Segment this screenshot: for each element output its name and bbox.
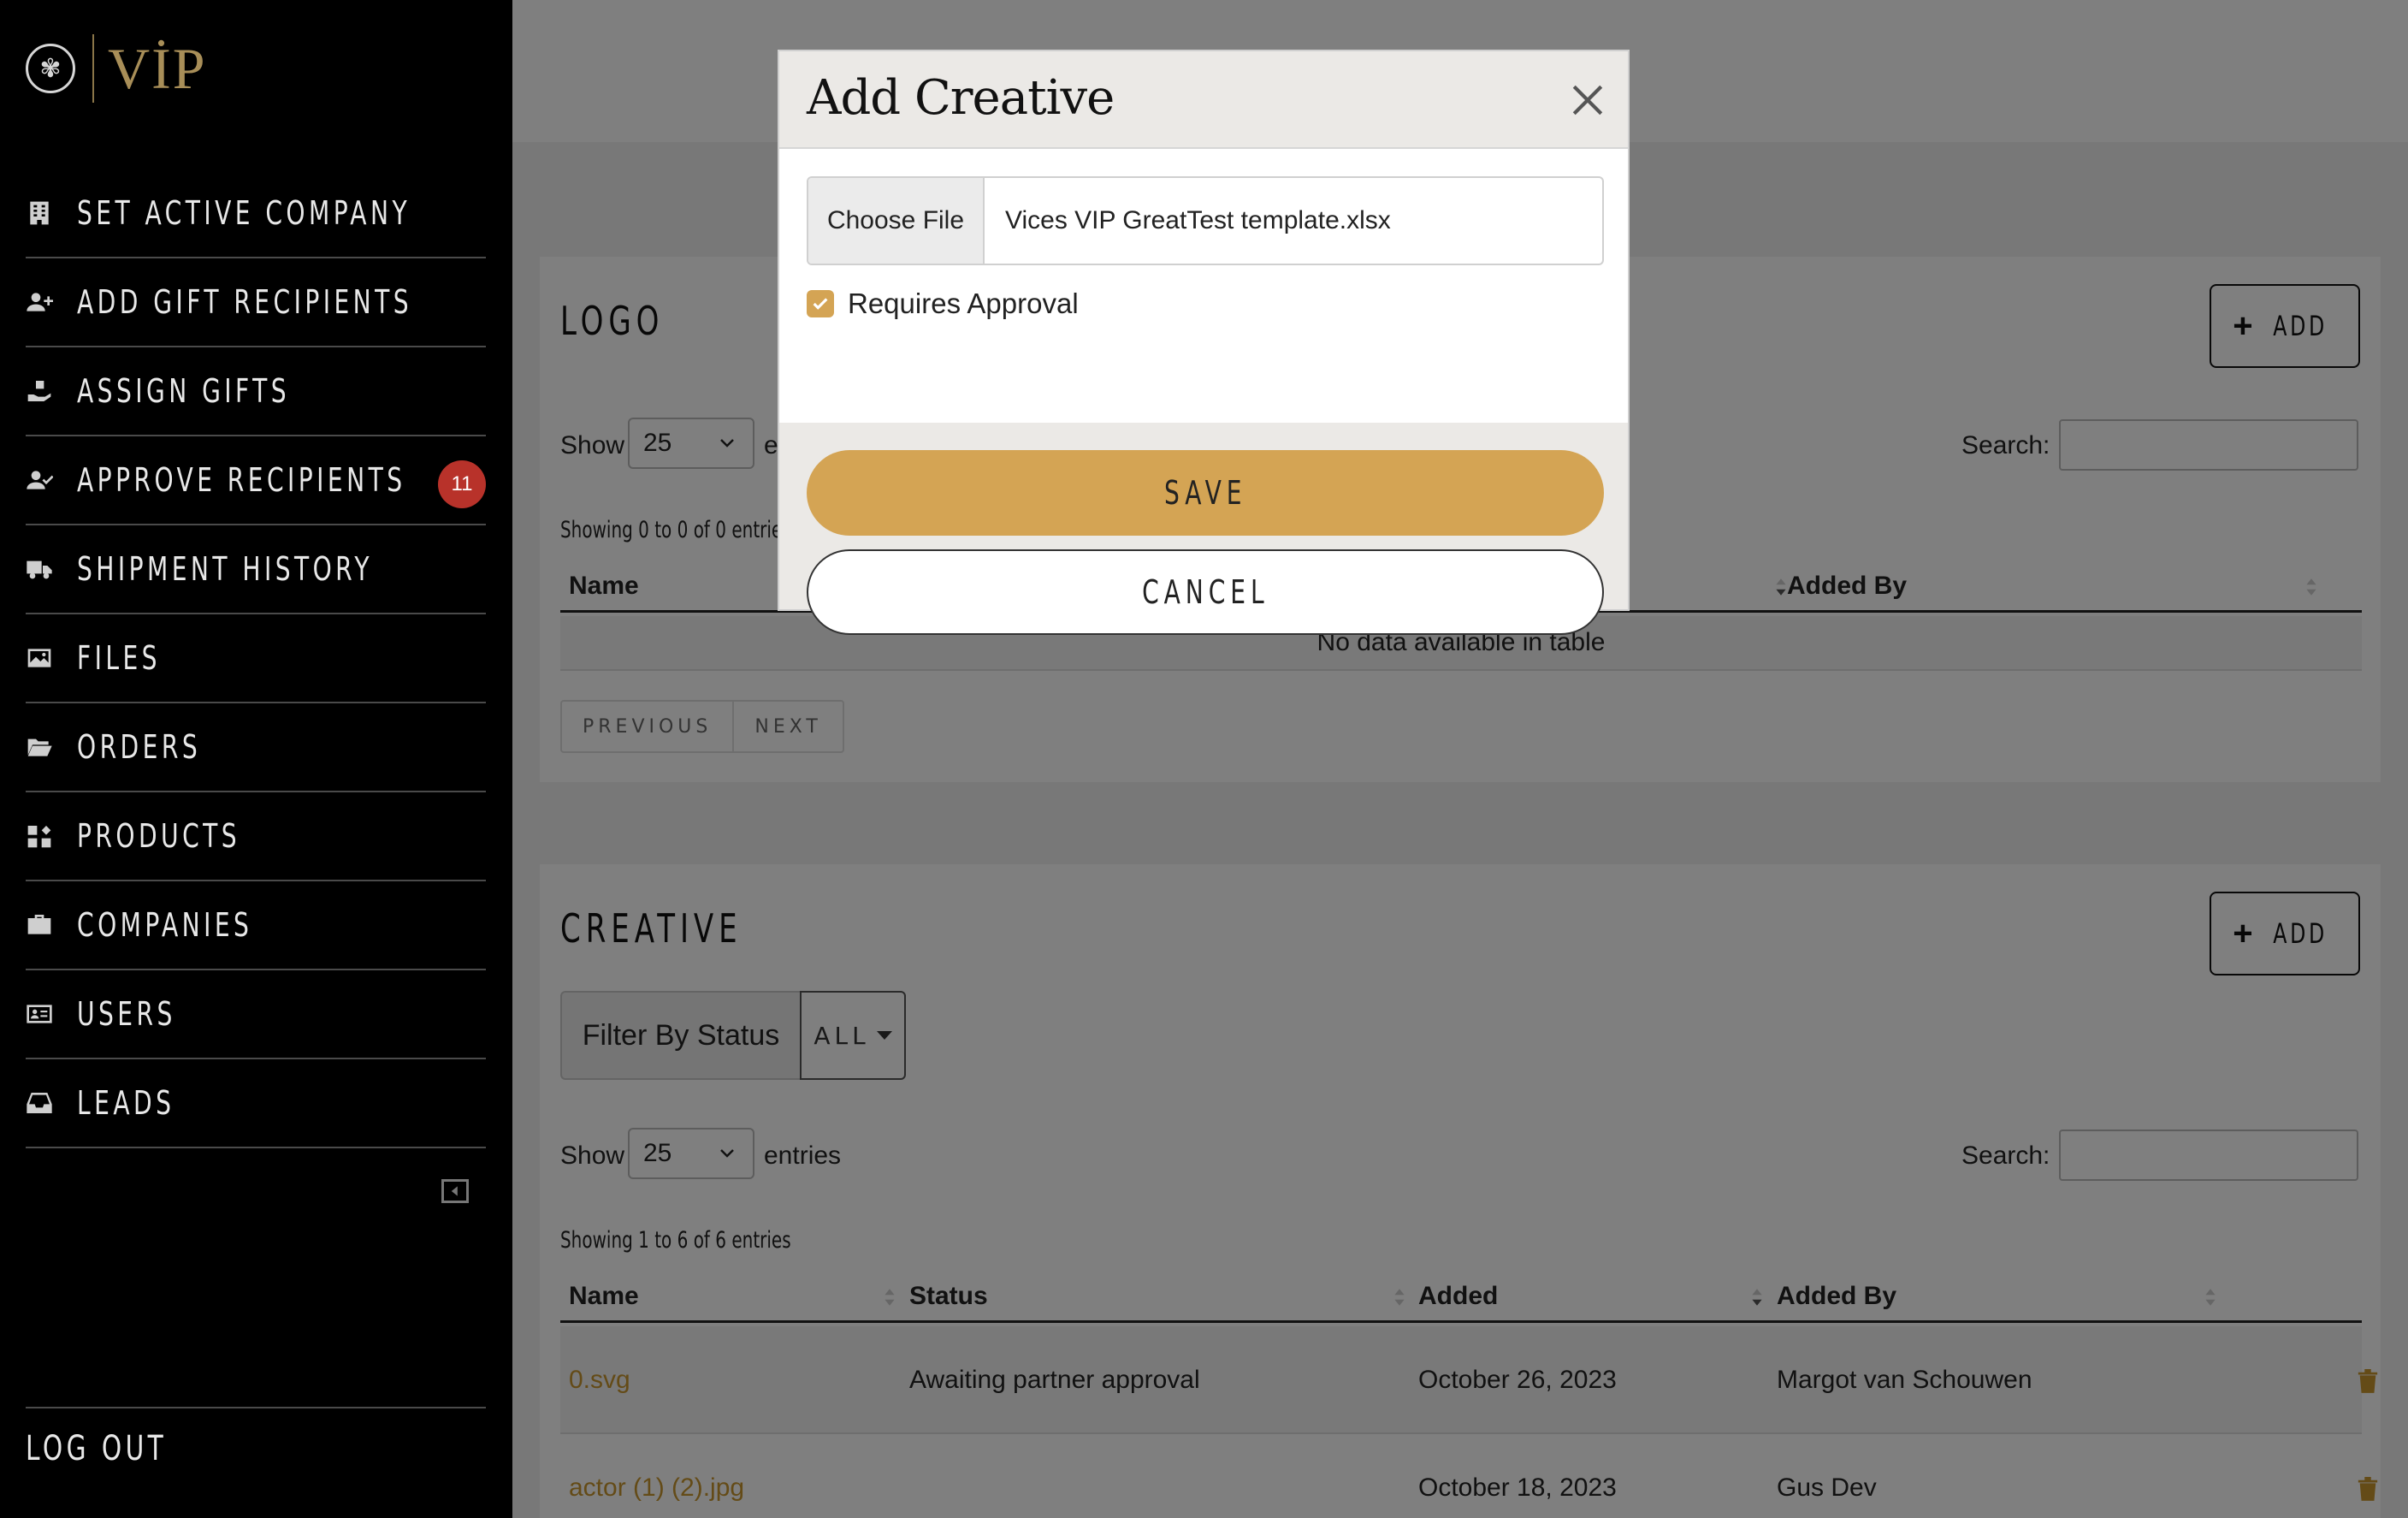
sidebar-item-label: ASSIGN GIFTS [77,372,291,410]
close-icon[interactable] [1570,82,1606,118]
logout-divider [26,1407,486,1408]
sidebar-item-approve-recipients[interactable]: APPROVE RECIPIENTS 11 [26,436,486,525]
brand-emblem-icon: ✾ [26,44,75,93]
sidebar-item-users[interactable]: USERS [26,970,486,1059]
hand-gift-icon [26,377,53,405]
sidebar-item-label: ADD GIFT RECIPIENTS [77,283,413,321]
brand-logo-text: VİP [108,36,207,101]
cancel-button[interactable]: CANCEL [807,549,1604,635]
user-check-icon [26,466,53,494]
cancel-label: CANCEL [1141,573,1269,611]
briefcase-icon [26,911,53,939]
sidebar-item-label: COMPANIES [77,906,253,944]
sidebar-item-label: ORDERS [77,728,202,766]
approve-count-badge: 11 [438,460,486,508]
requires-approval-checkbox[interactable] [807,290,834,317]
sidebar-item-label: APPROVE RECIPIENTS [77,461,406,499]
sidebar-item-products[interactable]: PRODUCTS [26,792,486,881]
add-creative-modal: Add Creative Choose File Vices VIP Great… [778,50,1630,635]
sidebar-item-label: SET ACTIVE COMPANY [77,194,411,232]
sidebar-item-files[interactable]: FILES [26,614,486,703]
user-plus-icon [26,288,53,316]
save-label: SAVE [1163,474,1247,512]
selected-file-name: Vices VIP GreatTest template.xlsx [1005,206,1391,234]
checkmark-icon [813,298,828,310]
id-card-icon [26,1000,53,1028]
logo-divider [92,34,94,103]
sidebar-item-shipment-history[interactable]: SHIPMENT HISTORY [26,525,486,614]
requires-approval-toggle[interactable]: Requires Approval [807,288,1079,320]
sidebar-item-label: LEADS [77,1084,175,1122]
sidebar-item-companies[interactable]: COMPANIES [26,881,486,970]
requires-approval-label: Requires Approval [848,288,1079,319]
collapse-sidebar-icon[interactable] [441,1179,469,1203]
brand-logo[interactable]: ✾ VİP [26,33,207,104]
sidebar-nav: SET ACTIVE COMPANY ADD GIFT RECIPIENTS A… [26,169,486,1148]
modal-footer: SAVE CANCEL [779,423,1628,635]
sidebar-item-orders[interactable]: ORDERS [26,703,486,792]
modal-body: Choose File Vices VIP GreatTest template… [779,149,1628,423]
sidebar-item-label: PRODUCTS [77,817,241,855]
logout-link[interactable]: LOG OUT [26,1429,167,1468]
sidebar-item-label: SHIPMENT HISTORY [77,550,373,588]
products-icon [26,822,53,850]
inbox-icon [26,1089,53,1117]
save-button[interactable]: SAVE [807,450,1604,536]
sidebar-item-add-gift-recipients[interactable]: ADD GIFT RECIPIENTS [26,258,486,347]
folder-open-icon [26,733,53,761]
sidebar-item-leads[interactable]: LEADS [26,1059,486,1148]
choose-file-button[interactable]: Choose File [808,178,985,264]
file-input[interactable]: Choose File Vices VIP GreatTest template… [807,176,1604,265]
sidebar-item-assign-gifts[interactable]: ASSIGN GIFTS [26,347,486,436]
sidebar-item-label: FILES [77,639,161,677]
modal-header: Add Creative [779,51,1628,149]
sidebar-item-set-active-company[interactable]: SET ACTIVE COMPANY [26,169,486,258]
sidebar-item-label: USERS [77,995,176,1033]
modal-title: Add Creative [807,70,1115,126]
sidebar: ✾ VİP SET ACTIVE COMPANY ADD GIFT RECIPI… [0,0,512,1518]
truck-icon [26,555,53,583]
image-icon [26,644,53,672]
building-icon [26,199,53,227]
